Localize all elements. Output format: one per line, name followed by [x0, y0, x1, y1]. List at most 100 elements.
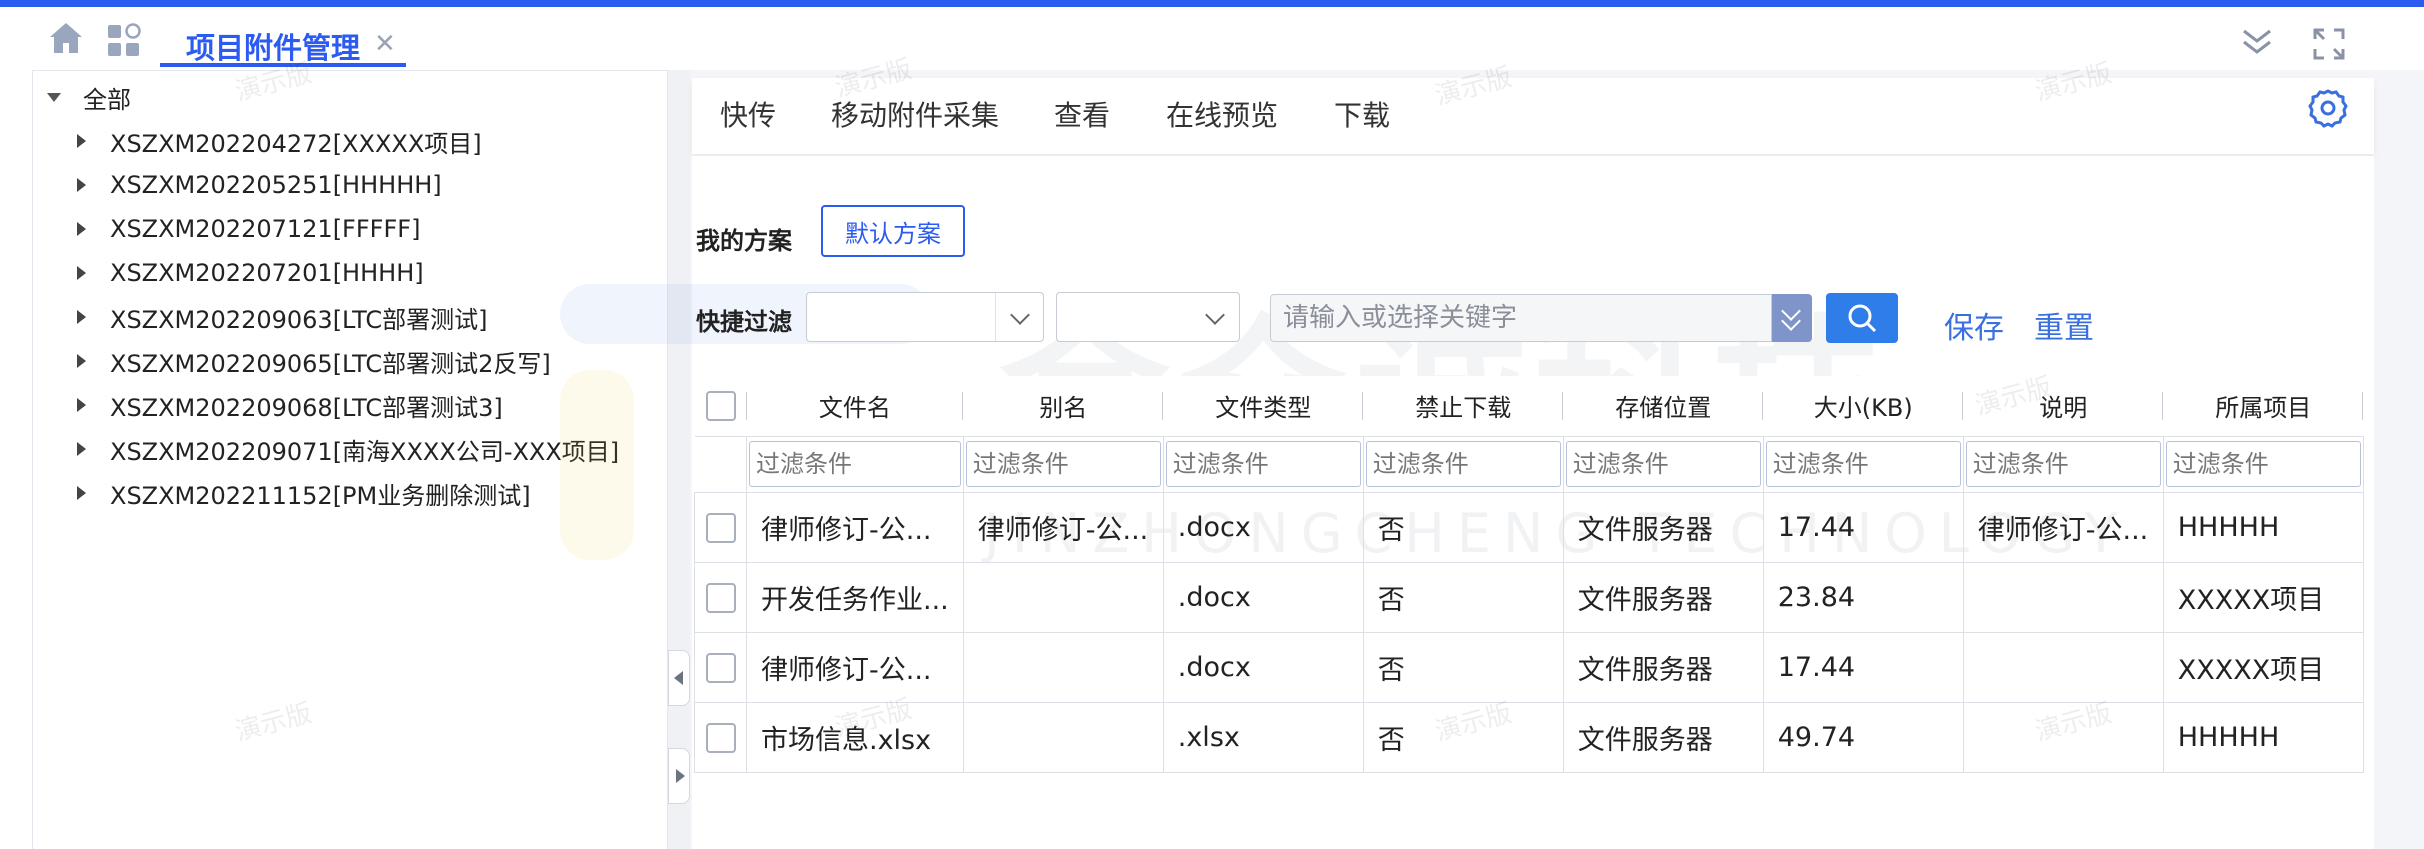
- chevron-down-icon[interactable]: [1191, 293, 1239, 341]
- save-filter-button[interactable]: 保存: [1944, 303, 2004, 347]
- tree-item[interactable]: XSZXM202209068[LTC部署测试3]: [73, 383, 619, 427]
- column-header[interactable]: 所属项目: [2163, 376, 2364, 437]
- keyword-dropdown-icon[interactable]: [1772, 294, 1812, 342]
- fullscreen-icon[interactable]: [2312, 27, 2346, 61]
- filter-cell: [2162, 435, 2364, 493]
- tree-item[interactable]: XSZXM202209071[南海XXXX公司-XXX项目]: [73, 427, 619, 471]
- caret-right-icon[interactable]: [77, 486, 86, 500]
- cell-no-download: 否: [1362, 561, 1564, 633]
- gear-icon[interactable]: [2308, 88, 2348, 128]
- caret-right-icon[interactable]: [77, 442, 86, 456]
- column-filter-input[interactable]: [1365, 441, 1561, 487]
- table-row[interactable]: 律师修订-公... 律师修订-公... .docx 否 文件服务器 17.44 …: [694, 491, 2364, 563]
- cell-no-download: 否: [1362, 701, 1564, 773]
- caret-right-icon[interactable]: [77, 266, 86, 280]
- caret-down-icon[interactable]: [47, 92, 61, 102]
- tab-bar: 项目附件管理 ✕: [0, 7, 2424, 67]
- column-filter-input[interactable]: [1765, 441, 1961, 487]
- filter-field-select[interactable]: [806, 292, 1044, 342]
- cell-file-name[interactable]: 律师修订-公...: [746, 631, 964, 703]
- caret-right-icon[interactable]: [77, 398, 86, 412]
- tree-item-label: XSZXM202209063[LTC部署测试]: [110, 305, 488, 334]
- table-row[interactable]: 开发任务作业... .docx 否 文件服务器 23.84 XXXXX项目: [694, 561, 2364, 633]
- tree-item-label: XSZXM202211152[PM业务删除测试]: [110, 481, 531, 510]
- row-checkbox-cell: [694, 561, 747, 633]
- column-header[interactable]: 禁止下载: [1363, 376, 1564, 437]
- select-all-checkbox[interactable]: [705, 390, 736, 421]
- mobile-collect-button[interactable]: 移动附件采集: [831, 94, 999, 134]
- row-checkbox-cell: [694, 631, 747, 703]
- filter-operator-select[interactable]: [1056, 292, 1240, 342]
- tree-item[interactable]: XSZXM202209063[LTC部署测试]: [73, 295, 619, 339]
- tree-item[interactable]: XSZXM202207121[FFFFF]: [73, 207, 619, 251]
- arrow-left-icon: [674, 671, 683, 685]
- column-filter-input[interactable]: [2165, 441, 2361, 487]
- search-icon: [1848, 304, 1877, 333]
- online-preview-button[interactable]: 在线预览: [1166, 94, 1278, 134]
- keyword-input[interactable]: [1270, 294, 1772, 342]
- tree-item[interactable]: XSZXM202211152[PM业务删除测试]: [73, 471, 619, 515]
- search-button[interactable]: [1826, 293, 1898, 343]
- filter-spacer: [694, 436, 747, 492]
- caret-right-icon[interactable]: [77, 134, 86, 148]
- tree-root[interactable]: 全部: [41, 77, 131, 117]
- double-chevron-down-icon[interactable]: [2240, 25, 2274, 59]
- collapse-left-button[interactable]: [668, 650, 690, 706]
- tree-item-label: XSZXM202209071[南海XXXX公司-XXX项目]: [110, 437, 620, 466]
- cell-storage: 文件服务器: [1562, 561, 1764, 633]
- tab-project-attachments[interactable]: 项目附件管理 ✕: [160, 15, 406, 67]
- column-filter-input[interactable]: [1565, 441, 1761, 487]
- caret-right-icon[interactable]: [77, 222, 86, 236]
- caret-right-icon[interactable]: [77, 310, 86, 324]
- download-button[interactable]: 下载: [1334, 94, 1390, 134]
- column-header[interactable]: 文件名: [746, 376, 964, 437]
- row-checkbox[interactable]: [705, 582, 736, 613]
- cell-description: [1962, 701, 2164, 773]
- tree-item-label: XSZXM202205251[HHHHH]: [110, 171, 442, 199]
- tree-item[interactable]: XSZXM202205251[HHHHH]: [73, 163, 619, 207]
- cell-file-name[interactable]: 开发任务作业...: [746, 561, 964, 633]
- cell-file-name[interactable]: 市场信息.xlsx: [746, 701, 964, 773]
- caret-right-icon[interactable]: [77, 178, 86, 192]
- column-filter-input[interactable]: [1965, 441, 2161, 487]
- column-filter-input[interactable]: [749, 441, 961, 487]
- panel-splitter[interactable]: [668, 70, 690, 849]
- my-scheme-label: 我的方案: [696, 227, 792, 255]
- row-checkbox-cell: [694, 491, 747, 563]
- cell-project: XXXXX项目: [2162, 631, 2364, 703]
- tab-label: 项目附件管理: [186, 31, 361, 65]
- row-checkbox[interactable]: [705, 722, 736, 753]
- tree-root-label: 全部: [83, 85, 131, 114]
- tree-item[interactable]: XSZXM202204272[XXXXX项目]: [73, 119, 619, 163]
- tree-item[interactable]: XSZXM202209065[LTC部署测试2反写]: [73, 339, 619, 383]
- filter-cell: [746, 435, 964, 493]
- row-checkbox[interactable]: [705, 652, 736, 683]
- chevron-down-icon[interactable]: [995, 293, 1043, 341]
- top-accent-bar: [0, 0, 2424, 7]
- tree-item[interactable]: XSZXM202207201[HHHH]: [73, 251, 619, 295]
- column-filter-input[interactable]: [1165, 441, 1361, 487]
- cell-alias: [962, 701, 1164, 773]
- column-header[interactable]: 别名: [963, 376, 1164, 437]
- default-scheme-button[interactable]: 默认方案: [821, 205, 965, 257]
- table-row[interactable]: 律师修订-公... .docx 否 文件服务器 17.44 XXXXX项目: [694, 631, 2364, 703]
- row-checkbox[interactable]: [705, 512, 736, 543]
- cell-no-download: 否: [1362, 491, 1564, 563]
- project-tree: 全部 XSZXM202204272[XXXXX项目] XSZXM20220525…: [32, 70, 668, 849]
- caret-right-icon[interactable]: [77, 354, 86, 368]
- column-header[interactable]: 说明: [1963, 376, 2164, 437]
- home-icon[interactable]: [48, 21, 84, 55]
- column-header[interactable]: 存储位置: [1563, 376, 1764, 437]
- reset-filter-button[interactable]: 重置: [2034, 303, 2094, 347]
- column-filter-input[interactable]: [965, 441, 1161, 487]
- cell-file-name[interactable]: 律师修订-公...: [746, 491, 964, 563]
- table-row[interactable]: 市场信息.xlsx .xlsx 否 文件服务器 49.74 HHHHH: [694, 701, 2364, 773]
- close-icon[interactable]: ✕: [374, 31, 396, 57]
- quick-upload-button[interactable]: 快传: [720, 94, 776, 134]
- view-button[interactable]: 查看: [1054, 94, 1110, 134]
- expand-right-button[interactable]: [668, 748, 690, 804]
- column-header[interactable]: 文件类型: [1163, 376, 1364, 437]
- apps-icon[interactable]: [106, 23, 142, 59]
- select-all-cell: [694, 376, 747, 437]
- column-header[interactable]: 大小(KB): [1763, 376, 1964, 437]
